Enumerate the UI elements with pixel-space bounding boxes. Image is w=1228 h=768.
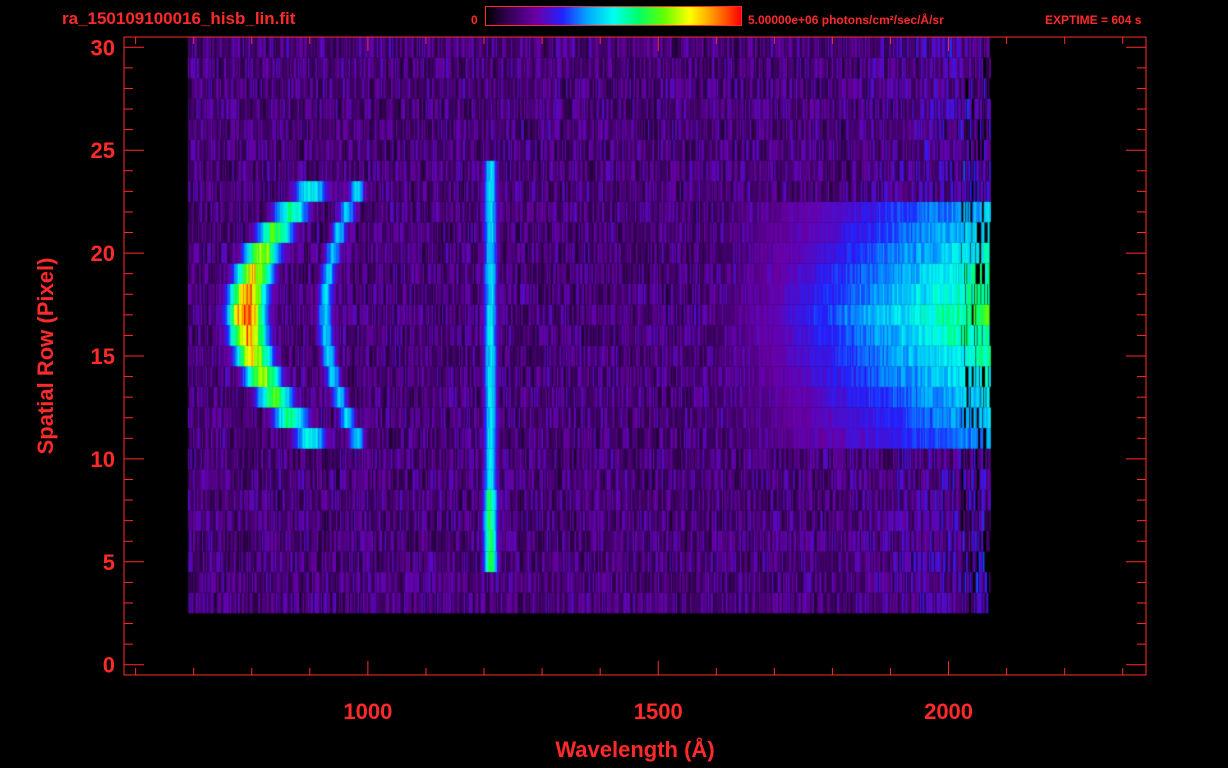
y-tick-label: 30	[91, 35, 115, 60]
y-tick-label: 15	[91, 344, 115, 369]
y-tick-label: 5	[103, 550, 115, 575]
y-tick-label: 0	[103, 653, 115, 678]
heatmap-canvas	[124, 37, 1146, 675]
y-tick-label: 10	[91, 447, 115, 472]
x-tick-label: 2000	[924, 699, 973, 724]
y-tick-label: 25	[91, 138, 115, 163]
heatmap-area	[124, 37, 1146, 675]
plot-svg: 1000 1500 2000051015202530 Wavelength (Å) …	[33, 35, 1147, 762]
x-axis-label: Wavelength (Å)	[555, 736, 714, 762]
y-axis-label: Spatial Row (Pixel)	[33, 258, 58, 455]
x-tick-label: 1000	[343, 699, 392, 724]
y-tick-label: 20	[91, 241, 115, 266]
spectrogram-plot: ra_150109100016_hisb_lin.fit 0 5.00000e+…	[0, 0, 1228, 768]
x-tick-label: 1500	[634, 699, 683, 724]
